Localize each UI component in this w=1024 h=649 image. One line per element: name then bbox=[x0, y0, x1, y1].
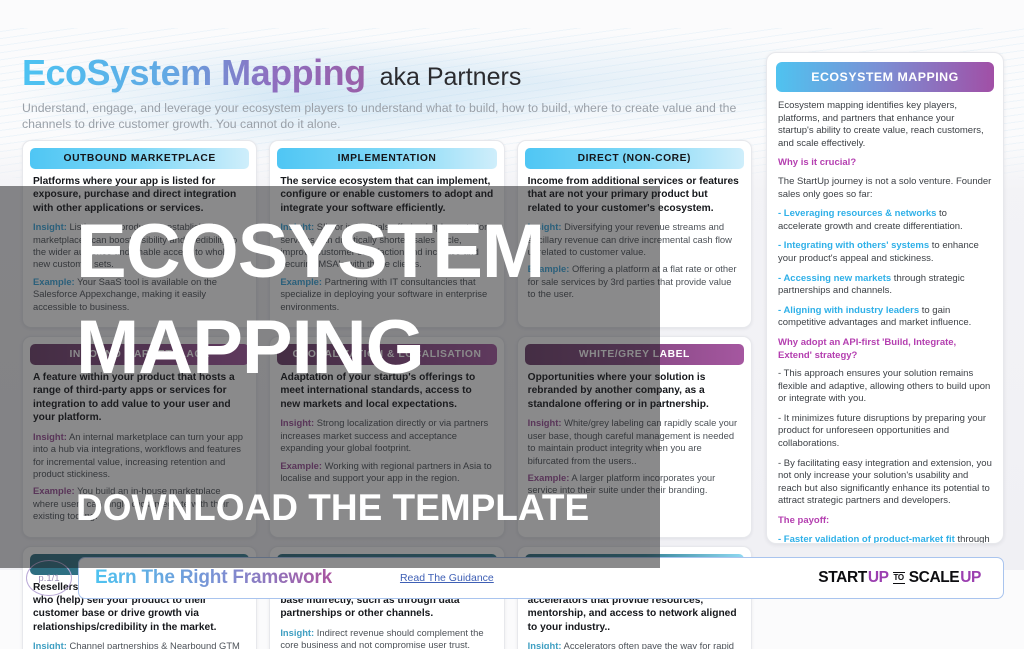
card-header: GLOBALIZATION & LOCALISATION bbox=[277, 344, 497, 366]
bullet-emphasis: - Accessing new markets bbox=[778, 272, 892, 284]
card-insight: Insight: Accelerators often pave the way… bbox=[525, 640, 744, 649]
sidebar-bullet: - Faster validation of product-market fi… bbox=[778, 533, 992, 544]
card-description: Platforms where your app is listed for e… bbox=[33, 176, 237, 214]
page-header: EcoSystem Mapping aka Partners Understan… bbox=[22, 52, 762, 132]
bullet-emphasis: - Leveraging resources & networks bbox=[778, 208, 937, 220]
brand-to: TO bbox=[892, 572, 905, 584]
example-label: Example: bbox=[33, 275, 75, 287]
example-label: Example: bbox=[280, 459, 323, 471]
sidebar-bullet: - Integrating with others' systems to en… bbox=[778, 240, 992, 265]
bullet-emphasis: - Aligning with industry leaders bbox=[778, 304, 920, 316]
footer-framework-title: Earn The Right Framework bbox=[95, 567, 332, 588]
guidance-sidebar: ECOSYSTEM MAPPING Ecosystem mapping iden… bbox=[766, 52, 1004, 544]
card-description: Adaptation of your startup's offerings t… bbox=[280, 372, 476, 410]
insight-label: Insight: bbox=[33, 640, 67, 649]
sidebar-paragraph-journey: The StartUp journey is not a solo ventur… bbox=[778, 175, 992, 200]
example-label: Example: bbox=[527, 263, 570, 275]
brand-scale: SCALE bbox=[908, 569, 960, 586]
read-the-guidance-link[interactable]: Read The Guidance bbox=[400, 572, 494, 584]
brand-start: START bbox=[818, 569, 867, 586]
title-row: EcoSystem Mapping aka Partners bbox=[22, 52, 762, 94]
sidebar-bullet: - Accessing new markets through strategi… bbox=[778, 273, 992, 298]
sidebar-point: - It minimizes future disruptions by pre… bbox=[778, 412, 987, 450]
bullet-emphasis: - Faster validation of product-market fi… bbox=[778, 533, 955, 544]
card-example: Example: Working with regional partners … bbox=[277, 460, 496, 485]
insight-label: Insight: bbox=[33, 221, 67, 233]
sidebar-point-list-api: - This approach ensures your solution re… bbox=[776, 368, 994, 508]
ecosystem-card[interactable]: GLOBALIZATION & LOCALISATION Adaptation o… bbox=[269, 336, 505, 538]
ecosystem-card[interactable]: INBOUND MARKETPLACE A feature within your… bbox=[22, 336, 258, 538]
card-insight: Insight: Indirect revenue should complem… bbox=[277, 627, 496, 649]
sidebar-point: - By facilitating easy integration and e… bbox=[778, 457, 992, 507]
card-insight: Insight: Listing your product on establi… bbox=[30, 221, 249, 271]
page-subtitle: Understand, engage, and leverage your ec… bbox=[22, 101, 737, 131]
card-description: A feature within your product that hosts… bbox=[33, 372, 235, 424]
card-insight: Insight: Strong localization directly or… bbox=[277, 417, 496, 454]
page-title-suffix: aka Partners bbox=[379, 63, 522, 91]
bullet-emphasis: - Integrating with others' systems bbox=[778, 240, 930, 252]
example-label: Example: bbox=[527, 471, 570, 483]
ecosystem-card[interactable]: IMPLEMENTATION The service ecosystem that… bbox=[269, 140, 505, 329]
page-number-badge: p.1/1 bbox=[26, 560, 72, 596]
sidebar-heading-why-crucial: Why is it crucial? bbox=[778, 157, 857, 169]
card-description: Income from additional services or featu… bbox=[527, 176, 739, 214]
insight-label: Insight: bbox=[527, 221, 562, 233]
insight-label: Insight: bbox=[280, 221, 315, 233]
sidebar-point: - This approach ensures your solution re… bbox=[778, 368, 991, 405]
sidebar-title: ECOSYSTEM MAPPING bbox=[776, 62, 994, 92]
card-header: DIRECT (NON-CORE) bbox=[524, 148, 744, 169]
card-insight: Insight: Channel partnerships & Nearboun… bbox=[30, 640, 249, 649]
card-description: The service ecosystem that can implement… bbox=[280, 176, 494, 214]
startup-to-scaleup-logo: START UP TO SCALE UP bbox=[818, 569, 981, 587]
brand-up-1: UP bbox=[867, 569, 889, 586]
card-header: OUTBOUND MARKETPLACE bbox=[30, 148, 250, 169]
card-header: WHITE/GREY LABEL bbox=[524, 344, 744, 366]
insight-label: Insight: bbox=[280, 626, 315, 638]
page-title: EcoSystem Mapping bbox=[22, 52, 366, 93]
card-insight: Insight: An internal marketplace can tur… bbox=[30, 431, 249, 481]
card-example: Example: You build an in-house marketpla… bbox=[30, 485, 249, 522]
sidebar-bullet: - Leveraging resources & networks to acc… bbox=[778, 208, 992, 233]
ecosystem-card[interactable]: OUTBOUND MARKETPLACE Platforms where your… bbox=[22, 140, 258, 329]
card-insight: Insight: White/grey labeling can rapidly… bbox=[525, 417, 744, 467]
insight-label: Insight: bbox=[527, 417, 562, 429]
ecosystem-card[interactable]: DIRECT (NON-CORE) Income from additional … bbox=[516, 140, 752, 329]
card-insight: Insight: Diversifying your revenue strea… bbox=[525, 221, 744, 258]
card-example: Example: A larger platform incorporates … bbox=[525, 472, 744, 497]
card-header: IMPLEMENTATION bbox=[277, 148, 497, 169]
footer-bar: Earn The Right Framework Read The Guidan… bbox=[78, 557, 1004, 599]
card-example: Example: Partnering with IT consultancie… bbox=[277, 276, 496, 313]
card-header: INBOUND MARKETPLACE bbox=[30, 344, 250, 366]
card-example: Example: Offering a platform at a flat r… bbox=[525, 263, 744, 300]
card-insight: Insight: SI's or individuals offering im… bbox=[277, 221, 496, 271]
insight-label: Insight: bbox=[527, 640, 562, 649]
sidebar-intro: Ecosystem mapping identifies key players… bbox=[778, 100, 984, 149]
example-label: Example: bbox=[33, 485, 75, 497]
sidebar-heading-api-first: Why adopt an API-first 'Build, Integrate… bbox=[778, 336, 957, 361]
insight-label: Insight: bbox=[280, 417, 315, 429]
sidebar-bullet: - Aligning with industry leaders to gain… bbox=[778, 305, 992, 330]
sidebar-heading-payoff: The payoff: bbox=[778, 515, 830, 527]
card-example: Example: Your SaaS tool is available on … bbox=[30, 276, 249, 313]
slide-canvas: EcoSystem Mapping aka Partners Understan… bbox=[0, 0, 1024, 649]
ecosystem-card[interactable]: WHITE/GREY LABEL Opportunities where your… bbox=[516, 336, 752, 538]
brand-up-2: UP bbox=[960, 569, 981, 586]
sidebar-bullet-list-payoff: - Faster validation of product-market fi… bbox=[776, 533, 994, 544]
example-label: Example: bbox=[280, 275, 323, 287]
sidebar-bullet-list-crucial: - Leveraging resources & networks to acc… bbox=[776, 208, 994, 330]
insight-label: Insight: bbox=[33, 430, 67, 442]
card-description: Opportunities where your solution is reb… bbox=[527, 372, 709, 410]
